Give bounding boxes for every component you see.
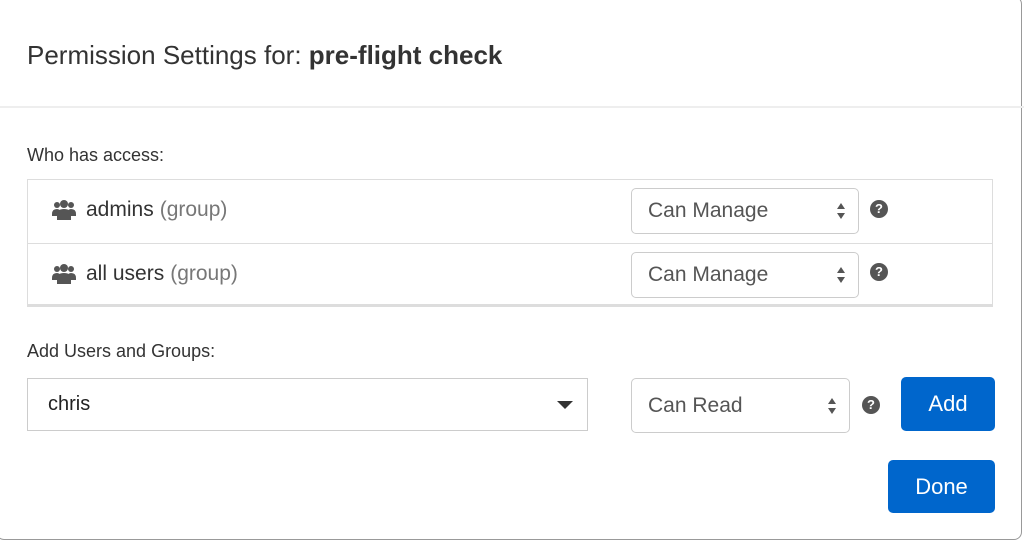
add-button[interactable]: Add (901, 377, 995, 431)
user-search-value: chris (48, 393, 91, 415)
who-has-access-label: Who has access: (27, 145, 165, 165)
new-permission-value: Can Read (648, 393, 743, 417)
new-permission-select[interactable]: Can Read (631, 378, 850, 433)
access-principal: all users (group) (52, 262, 238, 286)
select-arrows-icon (828, 397, 836, 414)
title-prefix: Permission Settings for: (27, 40, 302, 70)
done-button[interactable]: Done (888, 460, 995, 513)
chevron-down-icon[interactable] (557, 401, 573, 409)
add-users-label: Add Users and Groups: (27, 341, 216, 361)
select-arrows-icon (837, 203, 845, 219)
dialog-title: Permission Settings for: pre-flight chec… (27, 40, 502, 71)
user-search-combobox[interactable]: chris (27, 378, 588, 431)
access-table: admins (group) Can Manage ? all users (g… (27, 179, 993, 307)
access-row: admins (group) Can Manage ? (28, 180, 992, 243)
permission-value: Can Manage (648, 199, 769, 222)
group-icon (52, 200, 76, 220)
principal-type: (group) (170, 262, 238, 285)
permission-select[interactable]: Can Manage (631, 188, 859, 234)
principal-name: admins (86, 198, 154, 221)
title-object: pre-flight check (308, 40, 503, 70)
help-icon[interactable]: ? (870, 263, 888, 281)
group-icon (52, 264, 76, 284)
principal-type: (group) (159, 198, 228, 221)
help-icon[interactable]: ? (870, 200, 888, 218)
access-row: all users (group) Can Manage ? (28, 243, 992, 307)
permission-value: Can Manage (648, 263, 769, 286)
principal-name: all users (86, 262, 165, 285)
dialog-header: Permission Settings for: pre-flight chec… (0, 0, 1024, 108)
help-icon[interactable]: ? (862, 396, 880, 414)
access-principal: admins (group) (52, 198, 227, 222)
permission-select[interactable]: Can Manage (631, 252, 859, 298)
select-arrows-icon (837, 267, 845, 283)
